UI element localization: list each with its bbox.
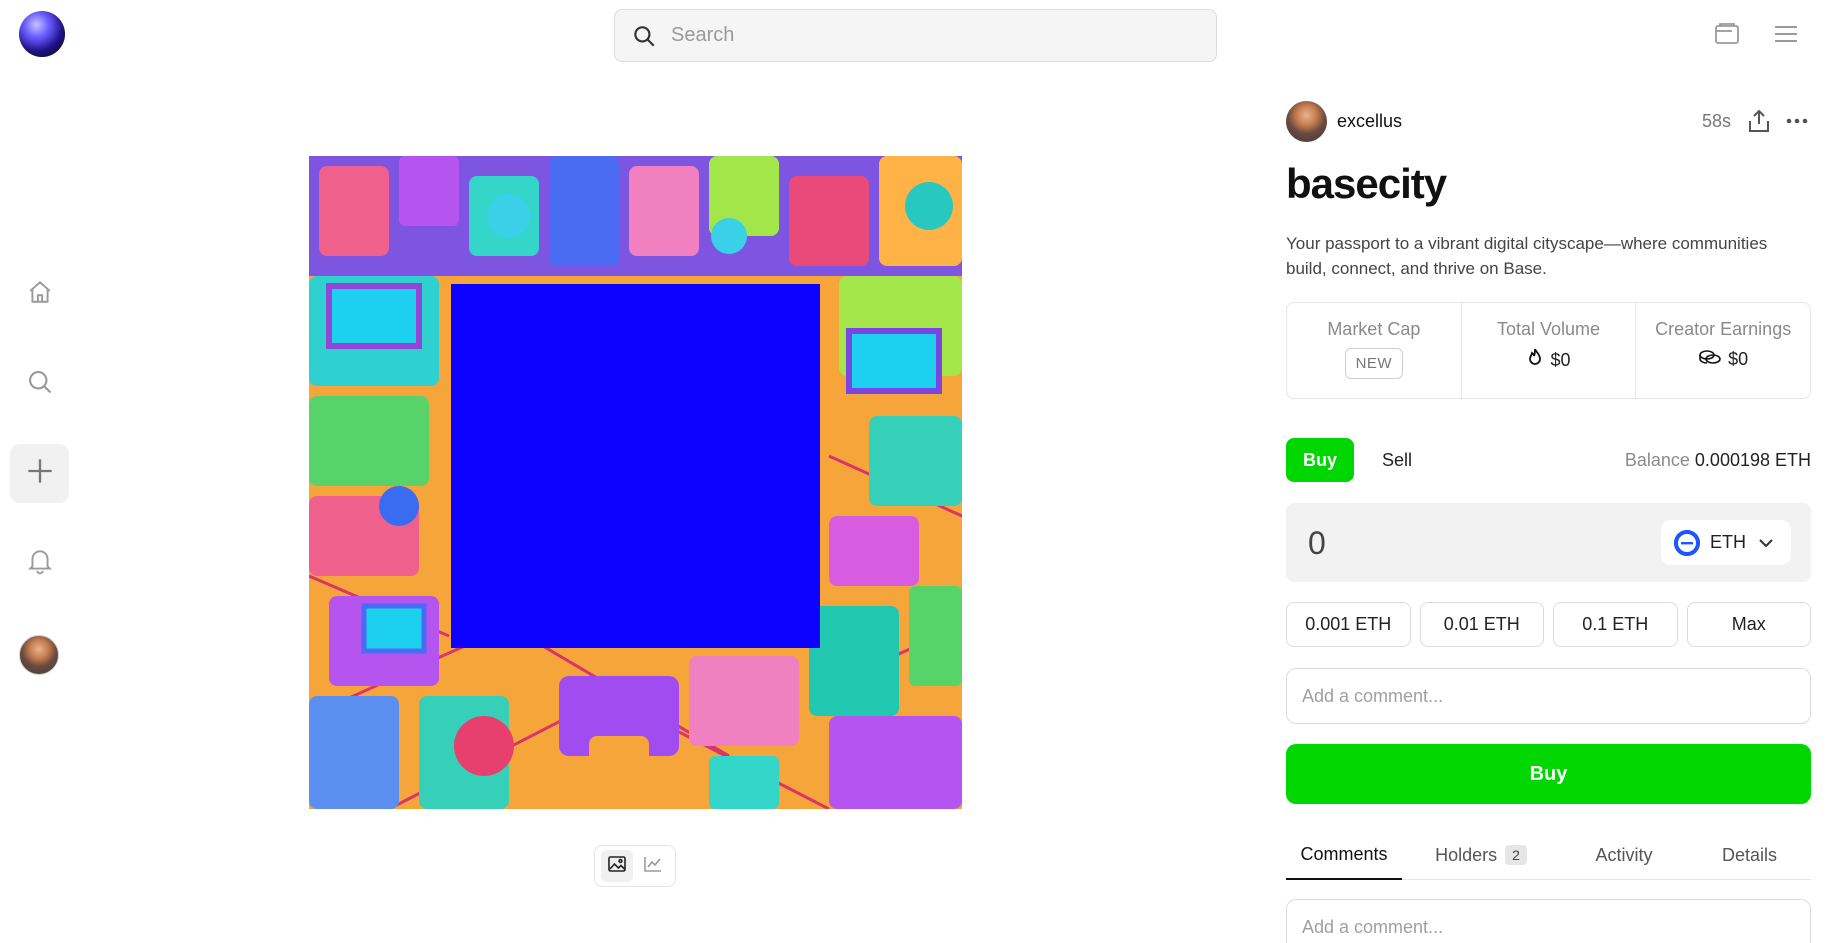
coin-tabs: Comments Holders 2 Activity Details: [1286, 830, 1811, 880]
time-ago: 58s: [1701, 110, 1731, 131]
tab-holders-label: Holders: [1435, 844, 1498, 865]
nav-notifications[interactable]: [10, 534, 69, 593]
balance-label: Balance: [1624, 449, 1690, 470]
creator-row: excellus 58s: [1286, 100, 1811, 142]
currency-label: ETH: [1710, 532, 1746, 552]
share-icon[interactable]: [1745, 107, 1773, 135]
image-view-button[interactable]: [601, 850, 633, 882]
image-icon: [608, 855, 626, 877]
trade-comment-input[interactable]: [1286, 668, 1811, 724]
creator-earnings-label: Creator Earnings: [1655, 319, 1792, 339]
amount-box: ETH: [1286, 503, 1811, 582]
coins-icon: [1698, 348, 1722, 371]
search-bar[interactable]: [614, 9, 1217, 62]
coin-artwork: [309, 156, 962, 809]
creator-earnings-value-row: $0: [1698, 348, 1748, 371]
amount-input[interactable]: [1308, 523, 1608, 563]
creator-earnings-stat: Creator Earnings $0: [1636, 303, 1810, 398]
total-volume-value-row: $0: [1526, 348, 1571, 373]
nav-search[interactable]: [10, 355, 69, 414]
chart-icon: [644, 856, 662, 877]
app-logo[interactable]: [19, 11, 65, 57]
market-cap-label: Market Cap: [1327, 319, 1421, 339]
tab-activity[interactable]: Activity: [1560, 830, 1688, 880]
balance-value: 0.000198 ETH: [1694, 449, 1811, 470]
preset-0-01-eth[interactable]: 0.01 ETH: [1419, 602, 1544, 647]
plus-icon: [26, 457, 54, 490]
preset-max[interactable]: Max: [1686, 602, 1811, 647]
sell-tab[interactable]: Sell: [1382, 438, 1412, 482]
total-volume-label: Total Volume: [1496, 319, 1601, 339]
search-icon: [631, 23, 657, 49]
bell-icon: [27, 547, 53, 580]
preset-0-001-eth[interactable]: 0.001 ETH: [1286, 602, 1411, 647]
creator-name[interactable]: excellus: [1337, 111, 1402, 132]
chevron-down-icon: [1758, 538, 1774, 548]
buy-button[interactable]: Buy: [1286, 744, 1811, 804]
creator-earnings-value: $0: [1728, 349, 1749, 369]
market-cap-badge: NEW: [1344, 348, 1404, 379]
nav-profile-avatar[interactable]: [19, 635, 59, 675]
tab-details[interactable]: Details: [1688, 830, 1811, 880]
preset-0-1-eth[interactable]: 0.1 ETH: [1553, 602, 1678, 647]
comments-input[interactable]: [1286, 899, 1811, 943]
home-icon: [27, 279, 53, 310]
coin-stats: Market Cap NEW Total Volume $0 Creator E…: [1286, 302, 1811, 399]
trade-tabs: Buy Sell Balance 0.000198 ETH: [1286, 438, 1811, 482]
tab-comments[interactable]: Comments: [1286, 830, 1402, 880]
coin-description: Your passport to a vibrant digital citys…: [1286, 234, 1768, 278]
nav-create[interactable]: [10, 444, 69, 503]
view-toggle: [594, 845, 676, 887]
buy-tab[interactable]: Buy: [1286, 438, 1354, 482]
market-cap-stat: Market Cap NEW: [1287, 303, 1462, 398]
creator-avatar[interactable]: [1286, 100, 1327, 142]
eth-icon: [1674, 529, 1700, 556]
amount-presets: 0.001 ETH 0.01 ETH 0.1 ETH Max: [1286, 602, 1811, 647]
total-volume-value: $0: [1550, 350, 1571, 370]
nav-home[interactable]: [10, 265, 69, 324]
balance: Balance 0.000198 ETH: [1625, 438, 1811, 482]
tab-holders[interactable]: Holders 2: [1402, 830, 1560, 880]
chart-view-button[interactable]: [637, 850, 669, 882]
currency-select[interactable]: ETH: [1661, 520, 1791, 565]
more-options-icon[interactable]: [1783, 107, 1811, 135]
flame-icon: [1526, 348, 1544, 373]
artwork-overlay-block: [451, 284, 820, 648]
total-volume-stat: Total Volume $0: [1462, 303, 1637, 398]
coin-title: basecity: [1286, 160, 1447, 207]
holders-count-badge: 2: [1505, 845, 1527, 865]
search-input[interactable]: [671, 10, 1216, 61]
trade-panel: excellus 58s basecity Your passport to a…: [1286, 0, 1811, 943]
search-icon: [26, 368, 54, 401]
